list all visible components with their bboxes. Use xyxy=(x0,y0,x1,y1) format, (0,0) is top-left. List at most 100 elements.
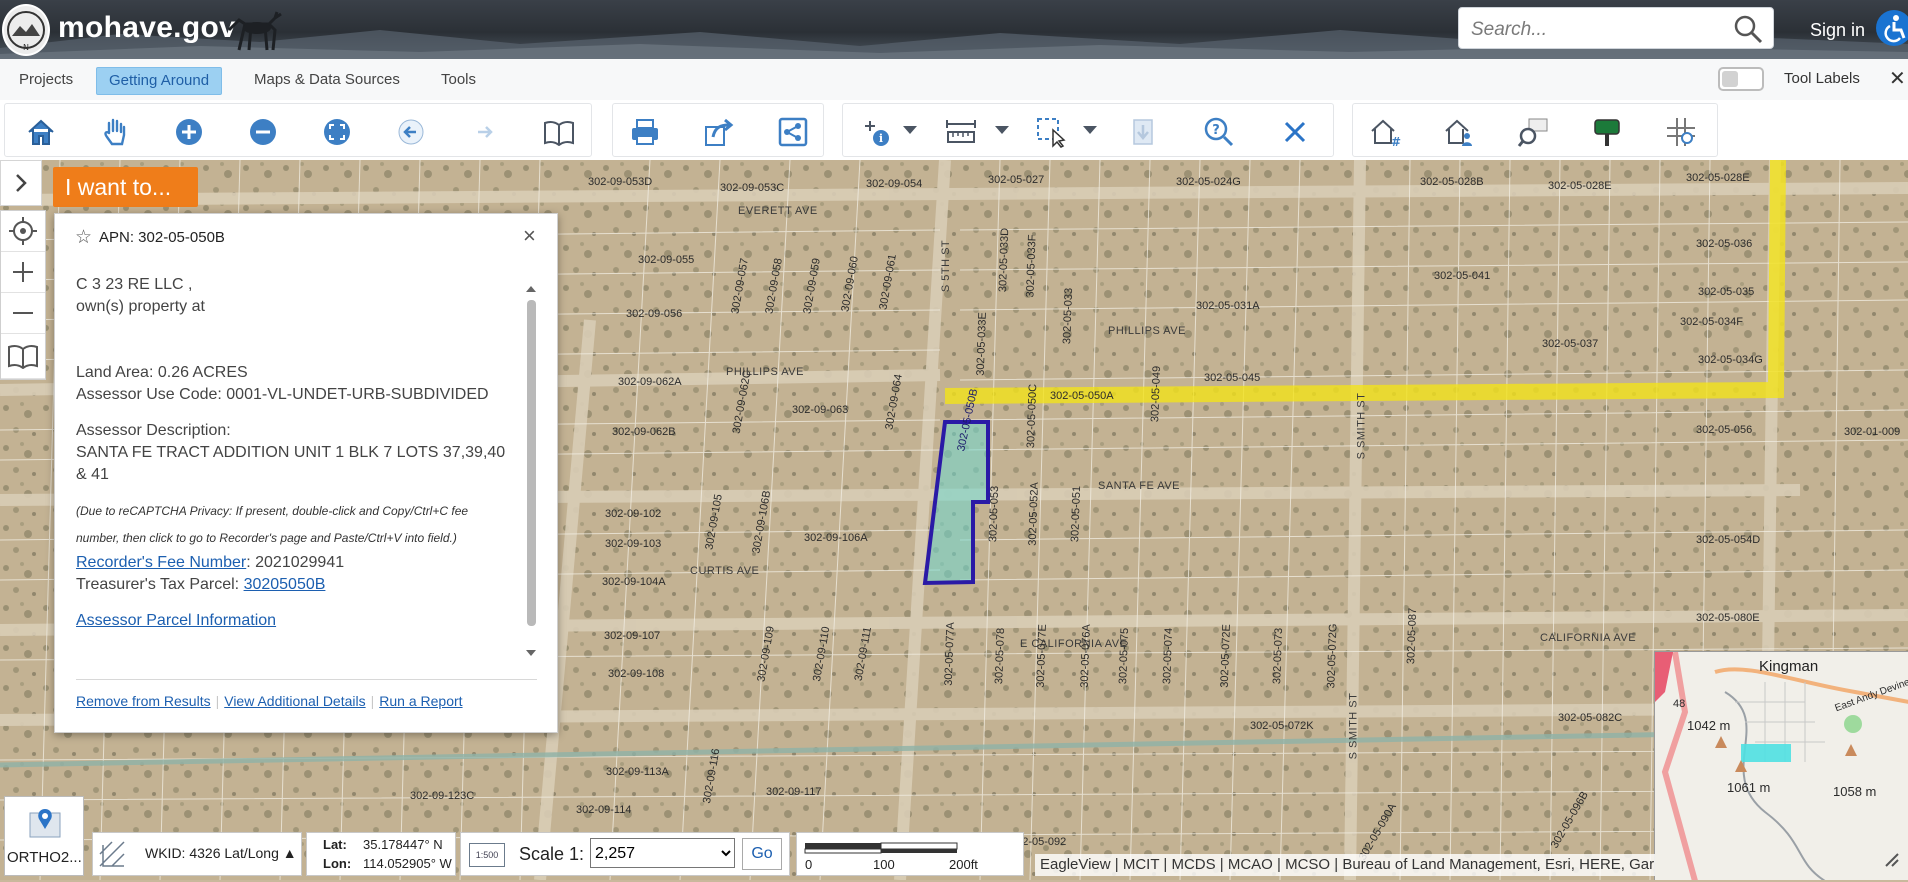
site-name[interactable]: mohave.gov xyxy=(58,11,236,45)
parcel-label: 302-09-102 xyxy=(605,508,662,520)
parcel-label: 302-05-033D xyxy=(996,227,1012,293)
parcel-label: 302-05-082C xyxy=(1558,712,1623,724)
street-label: EVERETT AVE xyxy=(738,205,818,217)
parcel-label: 302-05-051 xyxy=(1069,485,1084,543)
tax-parcel-label: Treasurer's Tax Parcel: xyxy=(76,576,244,593)
scale-bar-tick: 0 xyxy=(805,857,813,872)
menu-maps-data-sources[interactable]: Maps & Data Sources xyxy=(254,67,400,93)
owner-search-house-icon[interactable] xyxy=(1441,114,1477,150)
coordinate-system-panel[interactable]: WKID: 4326 Lat/Long ▲ xyxy=(92,832,302,876)
zoom-out-minus-icon[interactable] xyxy=(1,293,45,334)
parcel-label: 302-09-053C xyxy=(720,182,785,194)
owner-name: C 3 23 RE LLC , xyxy=(76,276,193,293)
expand-panel-button[interactable] xyxy=(0,160,42,206)
menu-getting-around[interactable]: Getting Around xyxy=(96,67,223,95)
favorite-star-icon[interactable]: ☆ xyxy=(75,226,92,249)
popup-scrollbar[interactable] xyxy=(526,282,536,660)
scale-bar-tick: 200ft xyxy=(949,857,978,872)
measure-icon[interactable] xyxy=(943,114,979,150)
basemap-switcher-button[interactable]: ORTHO2... xyxy=(4,796,84,876)
elk-logo-icon xyxy=(227,11,282,51)
sign-in-link[interactable]: Sign in xyxy=(1810,20,1865,41)
use-code: Assessor Use Code: 0001-VL-UNDET-URB-SUB… xyxy=(76,386,489,403)
overview-elevation-label: 1042 m xyxy=(1687,718,1731,733)
select-features-icon[interactable] xyxy=(1033,114,1069,150)
recorder-fee-value: : 2021029941 xyxy=(246,554,345,571)
street-label: CALIFORNIA AVE xyxy=(1540,632,1637,644)
parcel-label: 302-05-056 xyxy=(1696,424,1753,436)
assessor-parcel-info-link[interactable]: Assessor Parcel Information xyxy=(76,612,276,629)
parcel-label: 302-09-123C xyxy=(410,790,475,802)
pan-hand-icon[interactable] xyxy=(97,114,133,150)
menu-projects[interactable]: Projects xyxy=(19,67,73,93)
select-dropdown-chevron-down-icon[interactable] xyxy=(1083,126,1097,134)
run-a-report-link[interactable]: Run a Report xyxy=(379,693,462,709)
identify-info-icon[interactable]: i xyxy=(859,114,895,150)
home-icon[interactable] xyxy=(23,114,59,150)
view-additional-details-link[interactable]: View Additional Details xyxy=(224,693,365,709)
tax-parcel-link[interactable]: 30205050B xyxy=(244,576,326,593)
basemap-label: ORTHO2... xyxy=(7,849,82,866)
wkid-label[interactable]: WKID: 4326 Lat/Long ▲ xyxy=(145,845,297,861)
measure-dropdown-chevron-down-icon[interactable] xyxy=(995,126,1009,134)
parcel-label: 302-05-087 xyxy=(1405,607,1420,665)
go-button[interactable]: Go xyxy=(742,838,782,870)
menu-close-icon[interactable]: ✕ xyxy=(1889,66,1906,91)
parcel-search-house-icon[interactable]: # xyxy=(1367,114,1403,150)
scroll-up-icon[interactable] xyxy=(525,282,537,294)
remove-from-results-link[interactable]: Remove from Results xyxy=(76,693,211,709)
svg-text:N: N xyxy=(23,43,29,52)
county-seal-logo[interactable]: N xyxy=(2,4,50,56)
zoom-out-icon[interactable] xyxy=(245,114,281,150)
overview-route-label: 48 xyxy=(1673,698,1686,710)
scroll-thumb[interactable] xyxy=(527,300,536,626)
site-search-input[interactable] xyxy=(1469,16,1723,44)
i-want-to-button[interactable]: I want to... xyxy=(53,167,198,207)
popup-body: C 3 23 RE LLC , own(s) property at Land … xyxy=(76,274,506,632)
zoom-in-plus-icon[interactable] xyxy=(1,252,45,293)
map-legend-book-icon[interactable] xyxy=(1,334,45,379)
accessibility-icon[interactable] xyxy=(1876,10,1908,46)
site-search-box[interactable] xyxy=(1458,7,1774,49)
search-tool-group: # xyxy=(1352,103,1718,157)
bookmarks-book-icon[interactable] xyxy=(541,114,577,150)
parcel-label: 302-01-009 xyxy=(1844,426,1901,438)
parcel-label: 302-09-104A xyxy=(602,576,666,588)
street-label: SANTA FE AVE xyxy=(1098,480,1181,492)
next-extent-icon[interactable] xyxy=(467,114,503,150)
share-icon[interactable] xyxy=(775,114,811,150)
locate-me-icon[interactable] xyxy=(1,211,45,252)
import-download-icon[interactable] xyxy=(1125,114,1161,150)
scale-icon: 1:500 xyxy=(469,843,505,867)
lon-label: Lon: xyxy=(323,856,352,871)
street-label: PHILLIPS AVE xyxy=(1108,325,1186,337)
parcel-label: 302-05-074 xyxy=(1161,627,1176,685)
help-query-icon[interactable]: ? xyxy=(1201,114,1237,150)
parcel-info-popup: ☆ APN: 302-05-050B × C 3 23 RE LLC , own… xyxy=(54,213,558,733)
resize-corner-icon[interactable] xyxy=(1880,848,1902,870)
parcel-label: 302-05-075 xyxy=(1117,627,1132,685)
identify-dropdown-chevron-down-icon[interactable] xyxy=(903,126,917,134)
scale-select[interactable]: 2,257 xyxy=(590,838,735,868)
menu-tools[interactable]: Tools xyxy=(441,67,476,93)
parcel-label: 302-05-028B xyxy=(1420,176,1484,188)
tool-labels-toggle[interactable] xyxy=(1718,67,1764,91)
overview-map[interactable]: Kingman East Andy Devine 1042 m 1061 m 1… xyxy=(1654,651,1908,880)
street-sign-icon[interactable] xyxy=(1589,114,1625,150)
previous-extent-icon[interactable] xyxy=(393,114,429,150)
search-icon[interactable] xyxy=(1733,14,1763,44)
parcel-label: 302-05-072G xyxy=(1325,623,1340,689)
clear-close-icon[interactable] xyxy=(1277,114,1313,150)
parcel-label: 302-05-037 xyxy=(1542,338,1599,350)
export-share-arrow-icon[interactable] xyxy=(701,114,737,150)
parcel-label: 302-05-080E xyxy=(1696,612,1760,624)
map-toolbar: i ? # xyxy=(0,100,1908,161)
scroll-down-icon[interactable] xyxy=(525,648,537,660)
map-search-magnifier-icon[interactable] xyxy=(1515,114,1551,150)
full-extent-icon[interactable] xyxy=(319,114,355,150)
recorder-fee-link[interactable]: Recorder's Fee Number xyxy=(76,554,246,571)
intersection-search-icon[interactable] xyxy=(1663,114,1699,150)
print-icon[interactable] xyxy=(627,114,663,150)
popup-close-icon[interactable]: × xyxy=(523,223,536,249)
zoom-in-icon[interactable] xyxy=(171,114,207,150)
